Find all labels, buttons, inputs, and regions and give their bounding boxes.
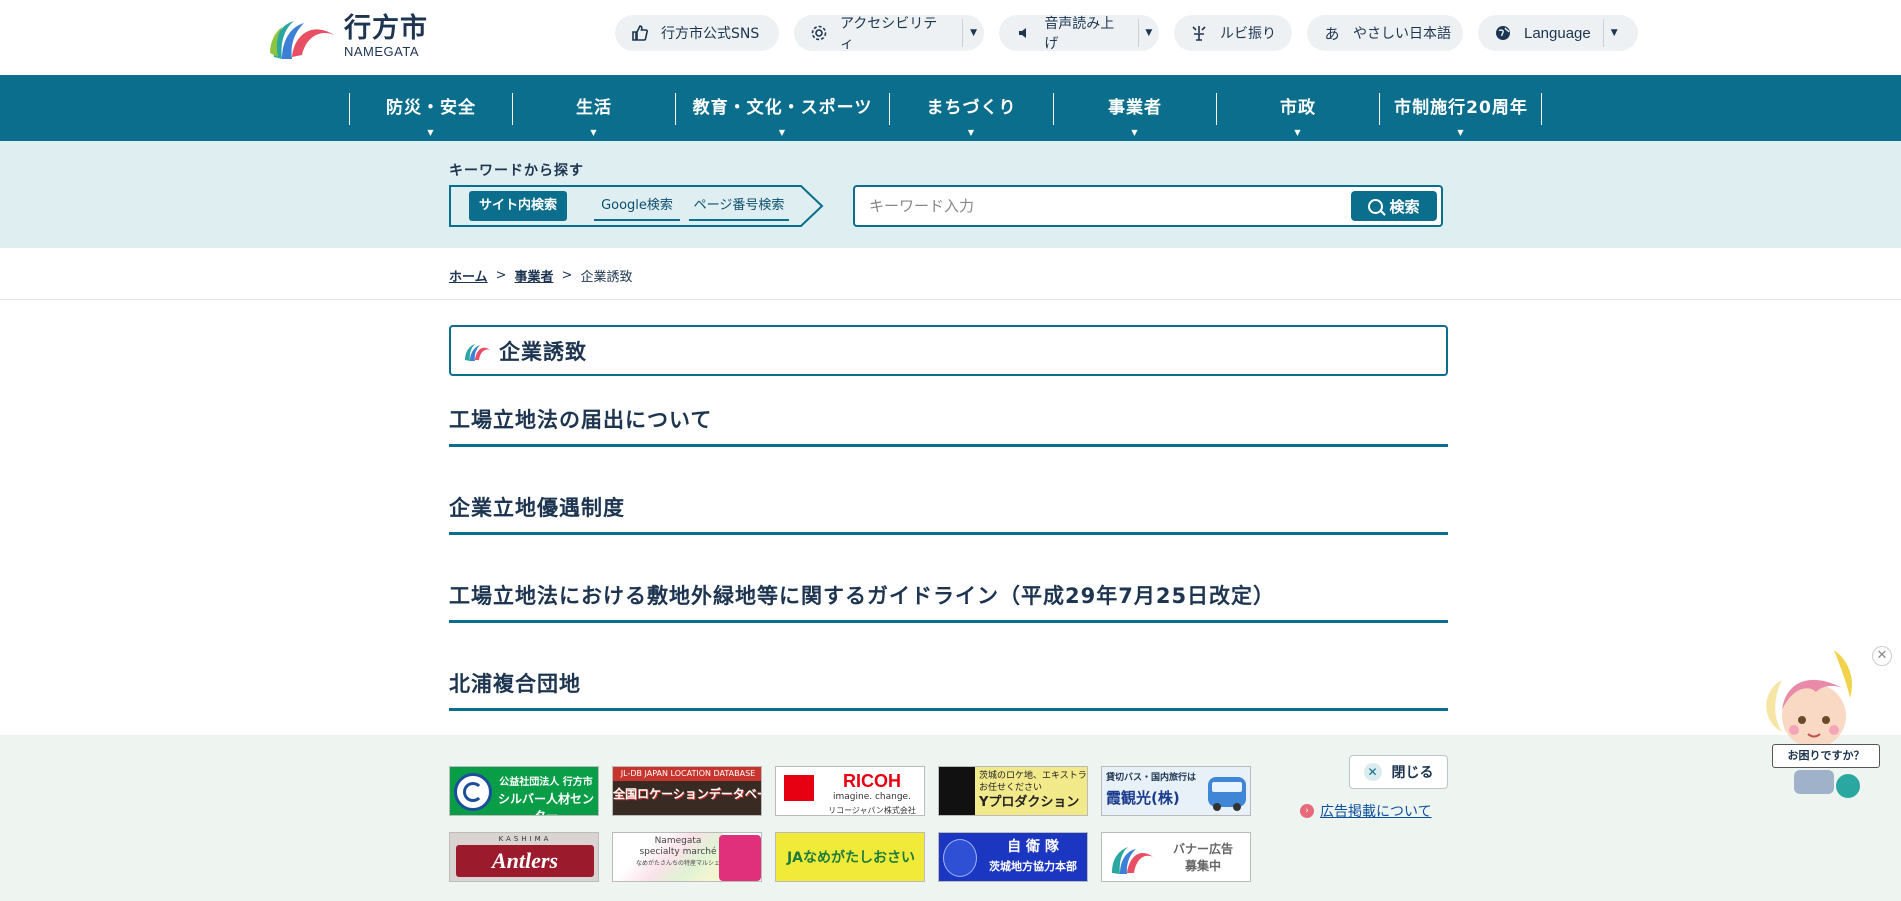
gear-icon — [808, 22, 830, 44]
namegata-logo-icon — [270, 21, 334, 59]
logo-name-en: NAMEGATA — [344, 44, 420, 59]
easy-japanese-label: やさしい日本語 — [1353, 26, 1451, 42]
language-button[interactable]: Language ▼ — [1478, 15, 1638, 51]
search-button[interactable]: 検索 — [1351, 191, 1437, 221]
close-icon[interactable]: ✕ — [1872, 646, 1892, 666]
chevron-down-icon[interactable]: ▼ — [1137, 19, 1159, 47]
thumbs-up-icon — [629, 22, 651, 44]
banner-y-production[interactable]: 茨城のロケ地、エキストラ お任せください Yプロダクション — [938, 766, 1088, 816]
bus-icon — [1208, 777, 1246, 811]
gnav-item-city-admin[interactable]: 市政 ▼ — [1216, 93, 1379, 137]
silver-center-logo-icon — [454, 773, 492, 811]
chevron-down-icon: ▼ — [1457, 128, 1465, 137]
ruby-label: ルビ振り — [1220, 26, 1276, 42]
sns-label: 行方市公式SNS — [661, 26, 760, 42]
arrow-right-icon: › — [1300, 804, 1314, 818]
banner-silver-center[interactable]: 公益社団法人 行方市 シルバー人材センター — [449, 766, 599, 816]
page-title-box: 企業誘致 — [449, 325, 1448, 376]
list-item-label: 工場立地法における敷地外緑地等に関するガイドライン（平成29年7月25日改定） — [449, 584, 1276, 608]
search-tabs: サイト内検索 Google検索 ページ番号検索 — [449, 185, 824, 227]
easy-japanese-button[interactable]: あ やさしい日本語 — [1307, 15, 1463, 51]
site-header: 行方市 NAMEGATA 行方市公式SNS アクセシビリティ ▼ 音声読み上げ … — [0, 0, 1901, 75]
globe-icon — [1492, 22, 1514, 44]
chevron-down-icon: ▼ — [1294, 128, 1302, 137]
search-section: キーワードから探す サイト内検索 Google検索 ページ番号検索 検索 — [0, 141, 1901, 248]
accessibility-button[interactable]: アクセシビリティ ▼ — [794, 15, 984, 52]
banner-namegata-marche[interactable]: Namegata specialty marché なめがたさんちの特産マルシェ — [612, 832, 762, 882]
banner-ja-namegata-shiosai[interactable]: JAなめがたしおさい — [775, 832, 925, 882]
gnav-item-disaster[interactable]: 防災・安全 ▼ — [349, 93, 512, 137]
page-title: 企業誘致 — [499, 339, 587, 364]
namegata-logo-icon — [1112, 847, 1153, 874]
y-production-photo — [939, 767, 975, 815]
chevron-down-icon: ▼ — [1131, 128, 1139, 137]
gnav-item-20th-anniversary[interactable]: 市制施行20周年 ▼ — [1379, 93, 1542, 137]
breadcrumb-current: 企業誘致 — [580, 270, 633, 285]
gnav-item-town[interactable]: まちづくり ▼ — [889, 93, 1053, 137]
list-item[interactable]: 工場立地法における敷地外緑地等に関するガイドライン（平成29年7月25日改定） — [449, 576, 1448, 623]
banner-jsdf-ibaraki[interactable]: 自 衛 隊 茨城地方協力本部 — [938, 832, 1088, 882]
breadcrumb-separator: > — [495, 268, 507, 283]
banner-kasumi-kanko[interactable]: 貸切バス・国内旅行は 霞観光(株) — [1101, 766, 1251, 816]
list-item[interactable]: 北浦複合団地 — [449, 664, 1448, 711]
search-input[interactable] — [869, 191, 1309, 221]
chevron-down-icon[interactable]: ▼ — [962, 19, 984, 47]
hiragana-a-icon: あ — [1324, 24, 1340, 43]
chevron-down-icon: ▼ — [427, 128, 435, 137]
gnav-item-life[interactable]: 生活 ▼ — [512, 93, 675, 137]
list-item-label: 企業立地優遇制度 — [449, 496, 625, 520]
banner-ricoh[interactable]: RICOH imagine. change. リコージャパン株式会社 — [775, 766, 925, 816]
search-box: 検索 — [853, 185, 1443, 227]
ad-info-link[interactable]: › 広告掲載について — [1300, 801, 1432, 821]
logo-name-jp: 行方市 — [344, 13, 428, 44]
text-to-speech-label: 音声読み上げ — [1044, 16, 1115, 52]
help-mascot-widget[interactable]: お困りですか？ ✕ — [1752, 640, 1892, 810]
list-item-label: 工場立地法の届出について — [449, 408, 713, 432]
text-to-speech-button[interactable]: 音声読み上げ ▼ — [999, 15, 1159, 52]
chevron-down-icon[interactable]: ▼ — [1602, 19, 1625, 47]
breadcrumb-home[interactable]: ホーム — [449, 266, 488, 285]
ruby-button[interactable]: ルビ振り — [1174, 15, 1292, 51]
banner-kashima-antlers[interactable]: KASHIMA Antlers — [449, 832, 599, 882]
global-nav: 防災・安全 ▼ 生活 ▼ 教育・文化・スポーツ ▼ まちづくり ▼ 事業者 ▼ 市政 ▼ 市… — [0, 75, 1901, 141]
ruby-icon — [1188, 22, 1210, 44]
sns-button[interactable]: 行方市公式SNS — [615, 15, 779, 51]
divider — [0, 299, 1901, 300]
list-item[interactable]: 工場立地法の届出について — [449, 400, 1448, 447]
close-icon: ✕ — [1363, 763, 1382, 781]
list-item[interactable]: 企業立地優遇制度 — [449, 488, 1448, 535]
mascot-character-icon — [1766, 650, 1860, 798]
help-label: お困りですか？ — [1772, 744, 1880, 768]
list-item-label: 北浦複合団地 — [449, 672, 581, 696]
tab-site-search[interactable]: サイト内検索 — [469, 191, 567, 221]
namegata-logo-icon — [465, 343, 490, 361]
gnav-item-education[interactable]: 教育・文化・スポーツ ▼ — [675, 93, 889, 137]
search-icon — [1368, 198, 1384, 214]
breadcrumb-separator: > — [561, 268, 573, 283]
search-title: キーワードから探す — [449, 163, 584, 179]
gnav-item-business[interactable]: 事業者 ▼ — [1053, 93, 1216, 137]
jsdf-emblem-icon — [943, 839, 977, 877]
marche-logo-icon — [719, 835, 761, 881]
banner-ad-recruiting[interactable]: バナー広告 募集中 — [1101, 832, 1251, 882]
language-label: Language — [1524, 24, 1591, 42]
accessibility-label: アクセシビリティ — [839, 16, 938, 52]
close-ads-button[interactable]: ✕ 閉じる — [1349, 755, 1448, 789]
chevron-down-icon: ▼ — [778, 128, 787, 137]
tab-google-search[interactable]: Google検索 — [594, 191, 680, 221]
gnav-divider — [1541, 93, 1542, 125]
speaker-icon — [1013, 22, 1034, 44]
tab-page-number-search[interactable]: ページ番号検索 — [689, 191, 789, 221]
chevron-down-icon: ▼ — [967, 128, 976, 137]
banner-location-database[interactable]: JL-DB JAPAN LOCATION DATABASE 全国ロケーションデー… — [612, 766, 762, 816]
site-logo[interactable]: 行方市 NAMEGATA — [268, 12, 438, 64]
ricoh-logo-icon — [784, 775, 814, 801]
breadcrumb-business[interactable]: 事業者 — [515, 266, 554, 285]
chevron-down-icon: ▼ — [590, 128, 598, 137]
breadcrumb: ホーム > 事業者 > 企業誘致 — [449, 266, 632, 285]
